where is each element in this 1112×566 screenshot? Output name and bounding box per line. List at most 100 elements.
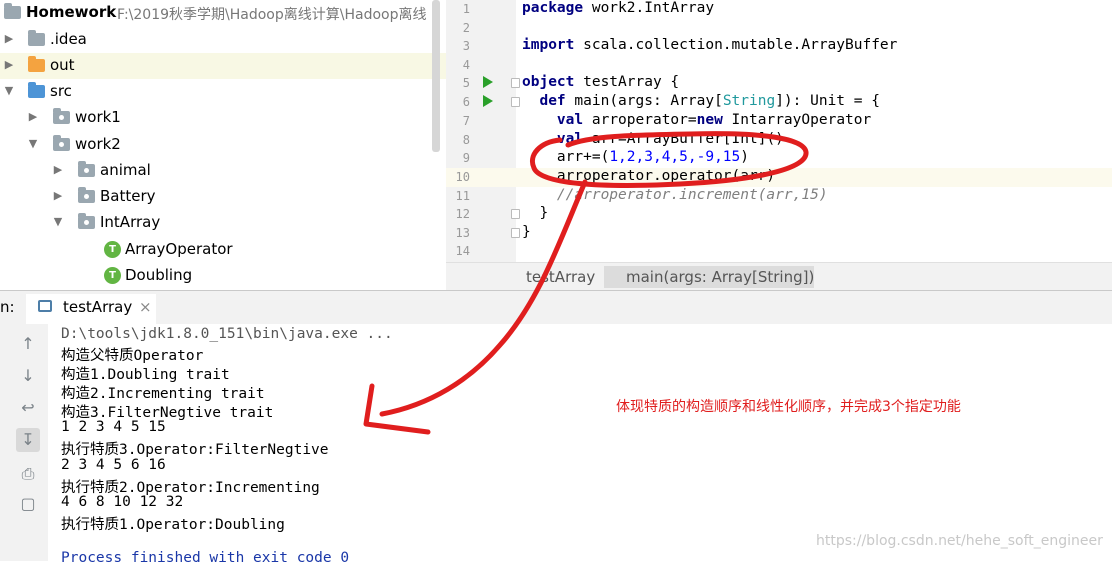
code-line-7: val arroperator=new IntarrayOperator bbox=[556, 112, 872, 128]
wrap-icon[interactable]: ↩ bbox=[20, 398, 36, 417]
chevron-down-icon[interactable]: ▼ bbox=[28, 138, 38, 149]
console-line: 执行特质1.Operator:Doubling bbox=[61, 517, 285, 533]
tree-item-out[interactable]: ▶ out bbox=[0, 53, 446, 79]
console-line: 构造2.Incrementing trait bbox=[61, 386, 265, 402]
tree-label: Battery bbox=[100, 187, 156, 205]
package-icon bbox=[53, 135, 70, 151]
tree-label: .idea bbox=[50, 30, 87, 48]
project-scrollbar[interactable] bbox=[432, 0, 440, 152]
code-line-6: def main(args: Array[String]): Unit = { bbox=[539, 93, 880, 109]
fold-icon[interactable] bbox=[511, 97, 520, 107]
line-number: 3 bbox=[462, 39, 470, 53]
console-line: 构造1.Doubling trait bbox=[61, 367, 230, 383]
console-icon bbox=[38, 300, 52, 312]
breadcrumb: testArray main(args: Array[String]) bbox=[446, 262, 1112, 291]
trash-icon[interactable]: ▢ bbox=[20, 494, 36, 513]
package-icon bbox=[53, 108, 70, 124]
chevron-down-icon[interactable]: ▼ bbox=[53, 216, 63, 227]
tree-item-work1[interactable]: ▶ work1 bbox=[0, 105, 446, 131]
tab-label: testArray bbox=[63, 298, 133, 316]
package-icon bbox=[78, 187, 95, 203]
chevron-down-icon[interactable]: ▼ bbox=[4, 85, 14, 96]
code-line-1: package work2.IntArray bbox=[522, 0, 715, 16]
run-toolbar: ↑ ↓ ↩ ↧ ⎙ ▢ bbox=[0, 324, 49, 561]
fold-icon[interactable] bbox=[511, 228, 520, 238]
down-icon[interactable]: ↓ bbox=[20, 366, 36, 385]
run-header bbox=[0, 290, 1112, 326]
console-line: 2 3 4 5 6 16 bbox=[61, 457, 166, 473]
console-line: 构造父特质Operator bbox=[61, 348, 204, 364]
line-number: 10 bbox=[455, 170, 470, 184]
print-icon[interactable]: ⎙ bbox=[20, 464, 36, 484]
tree-label: work1 bbox=[75, 108, 121, 126]
line-number: 6 bbox=[462, 95, 470, 109]
scroll-end-icon[interactable]: ↧ bbox=[16, 428, 40, 452]
folder-icon bbox=[28, 82, 45, 98]
tree-item-doubling[interactable]: T Doubling bbox=[0, 263, 446, 289]
up-icon[interactable]: ↑ bbox=[20, 334, 36, 353]
code-line-5: object testArray { bbox=[522, 74, 680, 90]
package-icon bbox=[78, 161, 95, 177]
line-number: 7 bbox=[462, 114, 470, 128]
code-line-10: arroperator.operator(arr) bbox=[556, 168, 776, 184]
folder-icon bbox=[28, 30, 45, 46]
package-icon bbox=[78, 213, 95, 229]
chevron-right-icon[interactable]: ▶ bbox=[53, 190, 63, 201]
trait-icon: T bbox=[104, 267, 121, 284]
module-icon bbox=[4, 3, 21, 19]
breadcrumb-item[interactable]: main(args: Array[String]) bbox=[626, 268, 814, 286]
code-line-12: } bbox=[539, 205, 549, 221]
run-icon[interactable] bbox=[483, 76, 493, 88]
line-number: 8 bbox=[462, 133, 470, 147]
console-line: 执行特质3.Operator:FilterNegtive bbox=[61, 442, 329, 458]
root-path: F:\2019秋季学期\Hadoop离线计算\Hadoop离线 bbox=[117, 7, 427, 23]
tree-item-battery[interactable]: ▶ Battery bbox=[0, 184, 446, 210]
fold-icon[interactable] bbox=[511, 209, 520, 219]
line-number: 5 bbox=[462, 76, 470, 90]
tree-label: animal bbox=[100, 161, 151, 179]
chevron-right-icon[interactable]: ▶ bbox=[28, 111, 38, 122]
tab-testarray[interactable]: testArray × bbox=[26, 294, 156, 327]
fold-icon[interactable] bbox=[511, 78, 520, 88]
close-icon[interactable]: × bbox=[139, 298, 152, 316]
tree-item-work2[interactable]: ▼ work2 bbox=[0, 132, 446, 158]
tree-item-arrayoperator[interactable]: T ArrayOperator bbox=[0, 237, 446, 263]
folder-icon bbox=[28, 56, 45, 72]
code-line-3: import scala.collection.mutable.ArrayBuf… bbox=[522, 37, 898, 53]
line-number: 9 bbox=[462, 151, 470, 165]
run-label: n: bbox=[0, 298, 15, 316]
console-line: D:\tools\jdk1.8.0_151\bin\java.exe ... bbox=[61, 326, 393, 342]
project-tree: Homework F:\2019秋季学期\Hadoop离线计算\Hadoop离线… bbox=[0, 0, 446, 290]
tree-item-intarray[interactable]: ▼ IntArray bbox=[0, 210, 446, 236]
line-number: 12 bbox=[455, 207, 470, 221]
chevron-right-icon[interactable]: ▶ bbox=[4, 59, 14, 70]
root-label: Homework bbox=[26, 3, 117, 21]
line-number: 13 bbox=[455, 226, 470, 240]
trait-icon: T bbox=[104, 241, 121, 258]
annotation-text: 体现特质的构造顺序和线性化顺序，并完成3个指定功能 bbox=[616, 399, 961, 415]
watermark: https://blog.csdn.net/hehe_soft_engineer bbox=[816, 533, 1103, 549]
code-line-8: val arr=ArrayBuffer[Int]() bbox=[556, 131, 784, 147]
code-line-13: } bbox=[522, 224, 531, 240]
console-line: 4 6 8 10 12 32 bbox=[61, 494, 184, 510]
tree-label: out bbox=[50, 56, 75, 74]
breadcrumb-item[interactable]: testArray bbox=[526, 268, 595, 286]
code-line-11: //arroperator.increment(arr,15) bbox=[556, 187, 828, 203]
run-icon[interactable] bbox=[483, 95, 493, 107]
line-number: 2 bbox=[462, 21, 470, 35]
tree-item-animal[interactable]: ▶ animal bbox=[0, 158, 446, 184]
tree-label: work2 bbox=[75, 135, 121, 153]
tree-item-src[interactable]: ▼ src bbox=[0, 79, 446, 105]
chevron-right-icon[interactable]: ▶ bbox=[53, 164, 63, 175]
tree-label: IntArray bbox=[100, 213, 161, 231]
chevron-right-icon[interactable]: ▶ bbox=[4, 33, 14, 44]
tree-label: src bbox=[50, 82, 72, 100]
line-number: 11 bbox=[455, 189, 470, 203]
tree-label: ArrayOperator bbox=[125, 240, 233, 258]
tree-item-idea[interactable]: ▶ .idea bbox=[0, 27, 446, 53]
console-line: Process finished with exit code 0 bbox=[61, 550, 350, 566]
console-line: 1 2 3 4 5 15 bbox=[61, 419, 166, 435]
code-line-9: arr+=(1,2,3,4,5,-9,15) bbox=[556, 149, 749, 165]
line-number: 14 bbox=[455, 244, 470, 258]
tree-root[interactable]: Homework F:\2019秋季学期\Hadoop离线计算\Hadoop离线 bbox=[0, 0, 446, 26]
